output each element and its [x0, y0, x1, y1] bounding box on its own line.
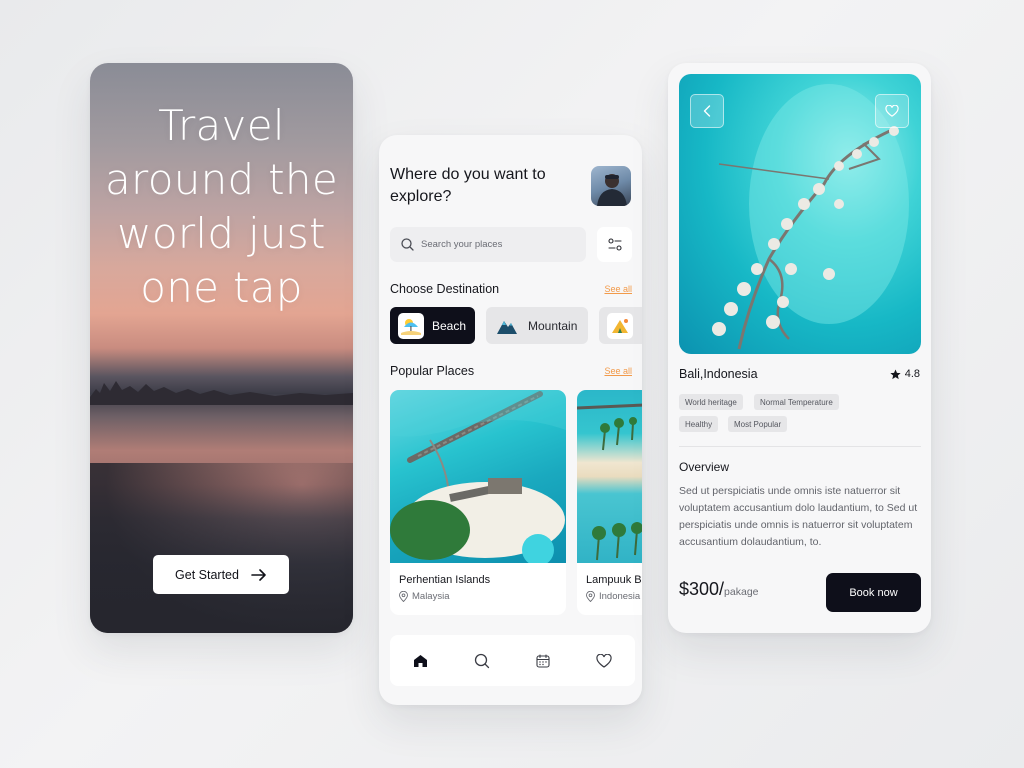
price-amount: $300/ — [679, 579, 725, 599]
tag: Most Popular — [728, 416, 788, 432]
category-beach[interactable]: Beach — [390, 307, 475, 344]
arrow-right-icon — [251, 568, 266, 581]
place-card[interactable]: Lampuuk Beach Indonesia — [577, 390, 642, 615]
destination-heading: Choose Destination — [390, 282, 500, 296]
category-list: Beach Mountain — [390, 307, 642, 345]
place-location-label: Malaysia — [412, 591, 450, 602]
shore-shadow — [90, 463, 353, 633]
nav-favorites[interactable] — [592, 649, 616, 673]
category-label: Beach — [432, 318, 467, 333]
place-title: Bali,Indonesia — [679, 367, 758, 381]
mountain-icon — [494, 313, 520, 339]
place-location: Malaysia — [399, 591, 450, 602]
tag: Healthy — [679, 416, 719, 432]
bottom-navigation — [390, 635, 635, 686]
popular-heading: Popular Places — [390, 364, 475, 378]
search-bar[interactable] — [390, 227, 586, 262]
place-photo — [577, 390, 642, 563]
back-button[interactable] — [690, 94, 724, 128]
popular-see-all-link[interactable]: See all — [604, 366, 632, 376]
category-label: Mountain — [528, 318, 578, 333]
search-icon — [474, 653, 490, 668]
camping-icon — [607, 312, 633, 339]
favorite-button[interactable] — [875, 94, 909, 128]
destination-see-all-link[interactable]: See all — [604, 284, 632, 294]
price: $300/ pakage — [679, 579, 759, 600]
filter-button[interactable] — [597, 227, 632, 262]
location-pin-icon — [586, 591, 595, 602]
nav-calendar[interactable] — [531, 649, 555, 673]
avatar[interactable] — [591, 166, 631, 206]
location-pin-icon — [399, 591, 408, 602]
place-card[interactable]: Perhentian Islands Malaysia — [390, 390, 566, 615]
place-name: Perhentian Islands — [399, 574, 491, 586]
heart-icon — [885, 105, 899, 117]
heart-icon — [596, 653, 612, 668]
search-icon — [401, 238, 414, 251]
tag: Normal Temperature — [754, 394, 839, 410]
explore-heading: Where do you want to explore? — [390, 166, 546, 205]
star-icon — [890, 368, 901, 379]
destination-header: Choose Destination See all — [390, 282, 632, 296]
place-photo — [390, 390, 566, 563]
search-input[interactable] — [421, 239, 571, 250]
divider — [679, 446, 921, 447]
treeline-silhouette — [90, 381, 353, 405]
get-started-label: Get Started — [175, 567, 239, 582]
hero-title: Travel around the world just one tap — [105, 101, 338, 312]
category-mountain[interactable]: Mountain — [486, 307, 588, 344]
book-now-button[interactable]: Book now — [826, 573, 921, 612]
onboarding-screen: Travel around the world just one tap Get… — [90, 63, 353, 633]
get-started-button[interactable]: Get Started — [153, 555, 289, 594]
place-location: Indonesia — [586, 591, 640, 602]
sliders-icon — [607, 238, 622, 251]
explore-screen: Where do you want to explore? Choose Des… — [379, 135, 642, 705]
nav-home[interactable] — [409, 649, 433, 673]
overview-heading: Overview — [679, 460, 730, 474]
category-camping[interactable] — [599, 307, 642, 344]
home-icon — [414, 654, 428, 667]
chevron-left-icon — [703, 105, 711, 117]
rating: 4.8 — [890, 368, 920, 380]
place-detail-screen: Bali,Indonesia 4.8 World heritage Normal… — [668, 63, 931, 633]
nav-search[interactable] — [470, 649, 494, 673]
place-hero-photo — [679, 74, 921, 354]
tag: World heritage — [679, 394, 743, 410]
popular-header: Popular Places See all — [390, 364, 632, 378]
profile-photo — [597, 174, 627, 206]
place-name: Lampuuk Beach — [586, 574, 642, 586]
rating-value: 4.8 — [904, 368, 920, 380]
beach-icon — [398, 312, 424, 339]
overview-description: Sed ut perspiciatis unde omnis iste natu… — [679, 485, 918, 548]
calendar-icon — [536, 653, 550, 668]
place-location-label: Indonesia — [599, 591, 641, 602]
price-unit: pakage — [724, 586, 759, 598]
